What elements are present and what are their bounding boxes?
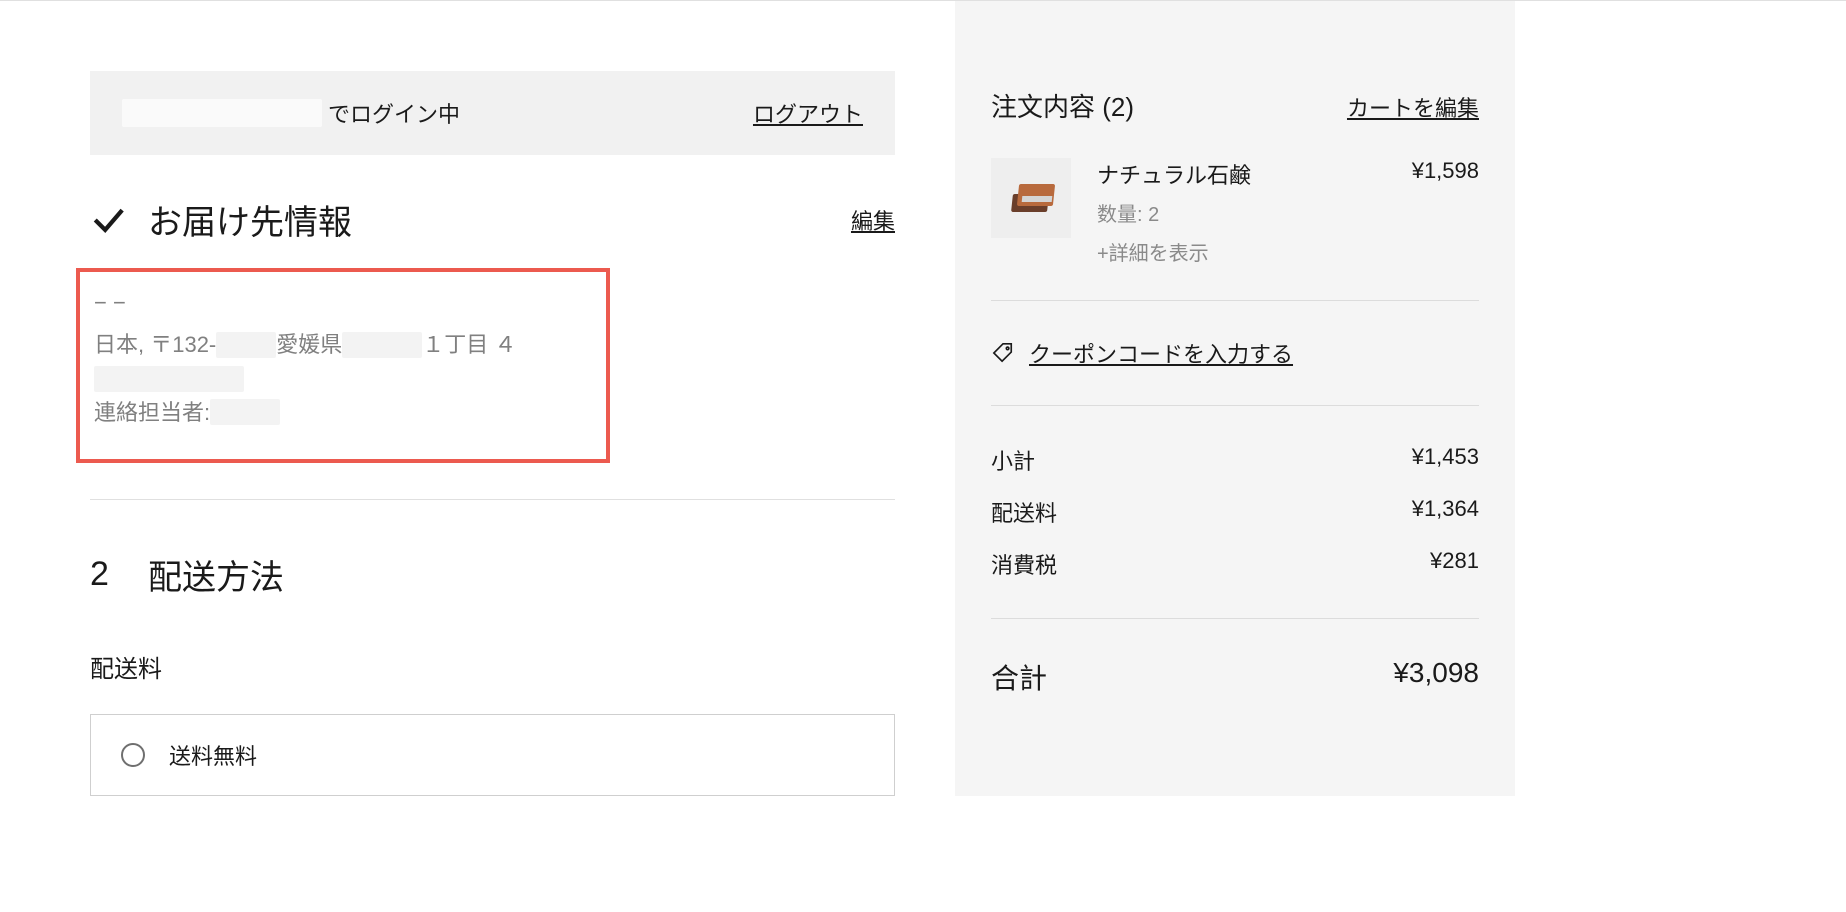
checkmark-icon: [90, 202, 126, 238]
order-summary-panel: 注文内容 (2) カートを編集 ナチュラル石鹸 ¥1,598 数量: 2: [955, 1, 1515, 796]
delivery-address-box: − − 日本, 〒132- 愛媛県 １丁目 ４ 連絡担当者:: [76, 268, 610, 463]
grand-total-value: ¥3,098: [1393, 657, 1479, 697]
shipping-cost-label: 配送料: [991, 496, 1057, 528]
grand-total-label: 合計: [991, 657, 1047, 697]
login-status-bar: でログイン中 ログアウト: [90, 71, 895, 155]
shipping-section-title: 配送方法: [148, 550, 284, 599]
order-count: 2: [1111, 92, 1125, 122]
city-redacted: [342, 332, 422, 358]
coupon-text: クーポンコードを入力する: [1029, 337, 1293, 369]
product-thumbnail: [991, 158, 1071, 238]
user-email-redacted: [122, 99, 322, 127]
address-line: 日本, 〒132- 愛媛県 １丁目 ４: [94, 324, 592, 366]
order-summary-title: 注文内容: [991, 92, 1095, 122]
shipping-option-free[interactable]: 送料無料: [90, 714, 895, 796]
step-number: 2: [90, 555, 126, 594]
shipping-fee-label: 配送料: [90, 649, 895, 684]
postal-redacted: [216, 332, 276, 358]
more-details-toggle[interactable]: +詳細を表示: [1097, 237, 1479, 266]
logout-link[interactable]: ログアウト: [753, 97, 863, 129]
address-extra-redacted: [94, 366, 244, 392]
subtotal-value: ¥1,453: [1412, 444, 1479, 476]
contact-line: 連絡担当者:: [94, 392, 592, 434]
shipping-option-label: 送料無料: [169, 739, 257, 771]
tax-value: ¥281: [1430, 548, 1479, 580]
contact-name-redacted: [210, 399, 280, 425]
radio-icon: [121, 743, 145, 767]
delivery-section-title: お届け先情報: [148, 195, 352, 244]
shipping-cost-value: ¥1,364: [1412, 496, 1479, 528]
subtotal-label: 小計: [991, 444, 1035, 476]
qty-label: 数量:: [1097, 204, 1148, 226]
address-name-line: − −: [94, 282, 592, 324]
tag-icon: [991, 341, 1015, 365]
product-name: ナチュラル石鹸: [1097, 158, 1251, 190]
logged-in-text: でログイン中: [328, 97, 460, 129]
edit-delivery-link[interactable]: 編集: [851, 204, 895, 236]
edit-cart-link[interactable]: カートを編集: [1347, 91, 1479, 123]
tax-label: 消費税: [991, 548, 1057, 580]
product-price: ¥1,598: [1412, 158, 1479, 190]
coupon-code-link[interactable]: クーポンコードを入力する: [991, 301, 1479, 405]
cart-item: ナチュラル石鹸 ¥1,598 数量: 2 +詳細を表示: [991, 158, 1479, 300]
section-divider: [90, 499, 895, 500]
qty-value: 2: [1148, 204, 1159, 226]
